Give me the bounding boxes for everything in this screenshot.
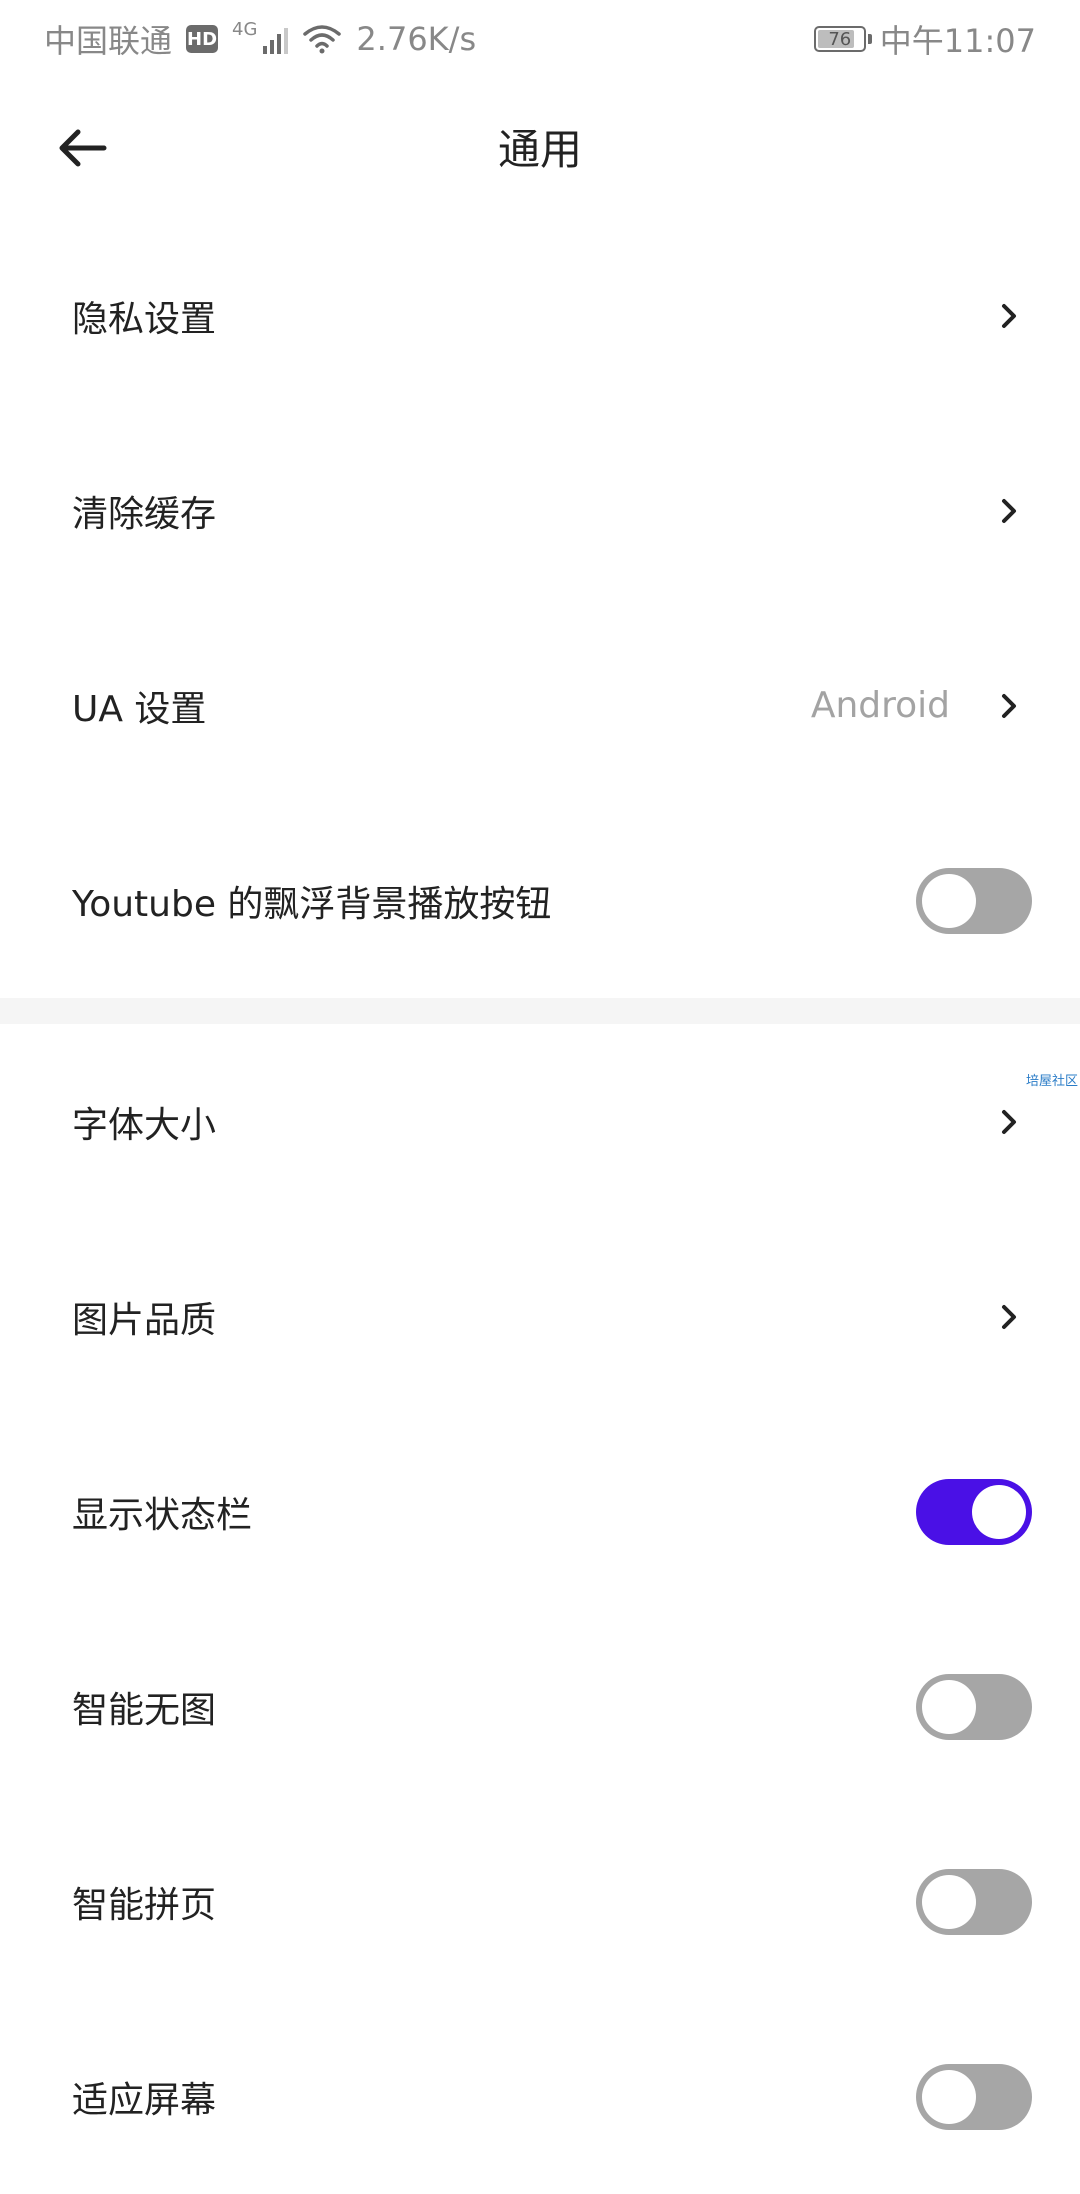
carrier-name: 中国联通 bbox=[44, 22, 173, 60]
network-speed: 2.76K/s bbox=[356, 20, 477, 58]
clear-cache-row[interactable]: 清除缓存 bbox=[0, 413, 1080, 608]
header: 通用 bbox=[0, 78, 1080, 218]
smart-page-join-toggle[interactable] bbox=[916, 1868, 1032, 1935]
smart-no-image-toggle[interactable] bbox=[916, 1673, 1032, 1740]
chevron-right-icon bbox=[994, 693, 1024, 719]
section-divider bbox=[0, 998, 1080, 1024]
network-type: 4G bbox=[232, 18, 258, 40]
settings-list: 隐私设置 清除缓存 UA 设置 Android Youtube 的飘浮背景播放按… bbox=[0, 218, 1080, 2194]
clock: 中午11:07 bbox=[879, 22, 1036, 60]
row-label: 清除缓存 bbox=[72, 493, 217, 535]
signal-icon bbox=[263, 24, 289, 54]
watermark-text: 培屋社区 bbox=[1025, 1074, 1078, 1089]
image-quality-row[interactable]: 图片品质 bbox=[0, 1219, 1080, 1414]
chevron-right-icon bbox=[994, 1304, 1024, 1330]
row-label: 适应屏幕 bbox=[72, 2079, 217, 2121]
row-label: 字体大小 bbox=[72, 1104, 217, 1146]
show-status-bar-row: 显示状态栏 bbox=[0, 1414, 1080, 1609]
battery-level: 76 bbox=[828, 28, 852, 50]
fit-screen-row: 适应屏幕 bbox=[0, 1999, 1080, 2194]
youtube-float-button-row: Youtube 的飘浮背景播放按钮 bbox=[0, 803, 1080, 998]
chevron-right-icon bbox=[994, 303, 1024, 329]
status-bar: 中国联通 HD 4G 2.76K/s 76 中午11:07 bbox=[0, 0, 1080, 78]
row-label: Youtube 的飘浮背景播放按钮 bbox=[72, 883, 552, 925]
show-status-bar-toggle[interactable] bbox=[916, 1478, 1032, 1545]
status-right: 76 中午11:07 bbox=[813, 16, 1036, 62]
font-size-row[interactable]: 字体大小 bbox=[0, 1024, 1080, 1219]
wifi-icon bbox=[302, 24, 342, 54]
chevron-right-icon bbox=[994, 498, 1024, 524]
row-label: 智能拼页 bbox=[72, 1884, 217, 1926]
status-left: 中国联通 HD 4G 2.76K/s bbox=[44, 16, 476, 62]
chevron-right-icon bbox=[994, 1109, 1024, 1135]
row-label: 智能无图 bbox=[72, 1689, 217, 1731]
privacy-settings-row[interactable]: 隐私设置 bbox=[0, 218, 1080, 413]
row-label: 隐私设置 bbox=[72, 298, 217, 340]
smart-page-join-row: 智能拼页 bbox=[0, 1804, 1080, 1999]
youtube-float-toggle[interactable] bbox=[916, 867, 1032, 934]
row-label: UA 设置 bbox=[72, 688, 207, 730]
row-label: 显示状态栏 bbox=[72, 1494, 253, 1536]
battery-icon: 76 bbox=[813, 26, 872, 52]
row-label: 图片品质 bbox=[72, 1299, 217, 1341]
hd-icon: HD bbox=[186, 25, 219, 53]
fit-screen-toggle[interactable] bbox=[916, 2063, 1032, 2130]
smart-no-image-row: 智能无图 bbox=[0, 1609, 1080, 1804]
page-title: 通用 bbox=[497, 125, 582, 174]
ua-value: Android bbox=[810, 685, 950, 726]
ua-settings-row[interactable]: UA 设置 Android bbox=[0, 608, 1080, 803]
